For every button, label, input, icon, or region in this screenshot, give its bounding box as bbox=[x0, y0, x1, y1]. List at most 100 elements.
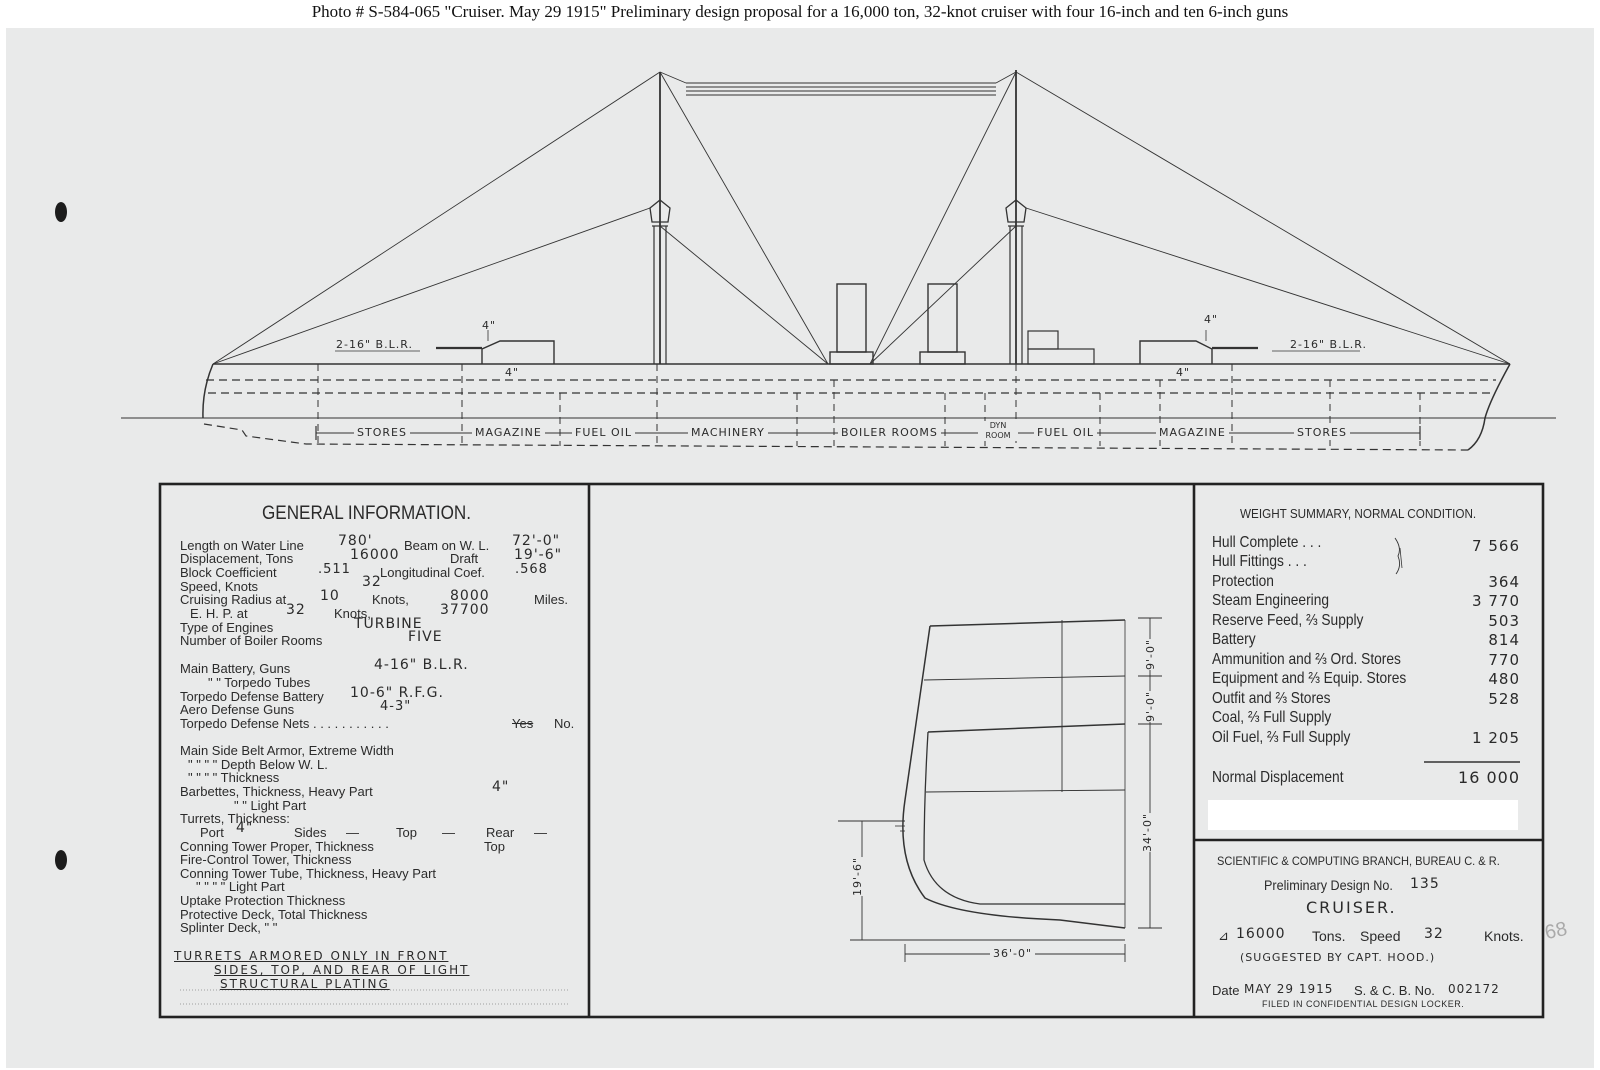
turret-armor-mark-forward: 4" bbox=[482, 319, 497, 332]
ws-reserve-feed-label: Reserve Feed, ⅔ Supply bbox=[1212, 612, 1364, 629]
suggested-by: (SUGGESTED BY CAPT. HOOD.) bbox=[1240, 951, 1436, 964]
speed-label: Speed bbox=[1360, 928, 1401, 944]
knots-label: Knots. bbox=[1484, 928, 1524, 944]
ws-normal-displacement-value: 16 000 bbox=[1458, 768, 1520, 787]
ws-hull-complete-label: Hull Complete . . . bbox=[1212, 534, 1322, 551]
belt-armor-mark-aft: 4" bbox=[1176, 366, 1191, 379]
turret-note-line-3: STRUCTURAL PLATING bbox=[220, 977, 390, 991]
turret-note-line-2: SIDES, TOP, AND REAR OF LIGHT bbox=[214, 963, 470, 977]
gun-label-forward: 2-16" B.L.R. bbox=[336, 338, 413, 351]
ws-normal-displacement-label: Normal Displacement bbox=[1212, 769, 1344, 786]
ws-protection-value: 364 bbox=[1488, 573, 1520, 591]
ws-reserve-feed-value: 503 bbox=[1488, 612, 1520, 630]
ws-ammunition-label: Ammunition and ⅔ Ord. Stores bbox=[1212, 651, 1401, 668]
date-value: MAY 29 1915 bbox=[1244, 982, 1334, 996]
gi-turret-top-label: Top bbox=[396, 825, 417, 840]
gi-splinter-deck-label: Splinter Deck, " " bbox=[180, 920, 278, 935]
date-label: Date bbox=[1212, 983, 1240, 998]
gi-turret-rear-label: Rear bbox=[486, 825, 515, 840]
ws-ammunition-value: 770 bbox=[1488, 651, 1520, 669]
gi-conning-tube-light-label: " " " " Light Part bbox=[196, 879, 285, 894]
gi-ehp-speed: 32 bbox=[286, 602, 306, 618]
redaction-box bbox=[1208, 800, 1518, 830]
gi-nets-label: Torpedo Defense Nets . . . . . . . . . .… bbox=[180, 716, 389, 731]
compartment-stores-fwd: STORES bbox=[1294, 426, 1350, 439]
filed-note: FILED IN CONFIDENTIAL DESIGN LOCKER. bbox=[1262, 999, 1465, 1009]
design-no-label: Preliminary Design No. bbox=[1264, 877, 1393, 893]
gi-belt-thickness-label: " " " " Thickness bbox=[188, 770, 280, 785]
gi-boiler-rooms-value: FIVE bbox=[408, 629, 443, 645]
gi-cruising-speed: 10 bbox=[320, 588, 340, 604]
gi-displacement-value: 16000 bbox=[350, 547, 400, 563]
scb-label: S. & C. B. No. bbox=[1354, 983, 1435, 998]
gi-belt-width-label: Main Side Belt Armor, Extreme Width bbox=[180, 743, 394, 758]
gi-turret-sides-label: Sides bbox=[294, 825, 327, 840]
belt-armor-mark-forward: 4" bbox=[505, 366, 520, 379]
gi-block-coef-value: .511 bbox=[318, 562, 351, 577]
ws-battery-label: Battery bbox=[1212, 631, 1256, 648]
gi-conning-top-label: Top bbox=[484, 839, 505, 854]
turret-armor-mark-aft: 4" bbox=[1204, 313, 1219, 326]
ws-equipment-label: Equipment and ⅔ Equip. Stores bbox=[1212, 670, 1407, 687]
compartment-fuel-oil-aft: FUEL OIL bbox=[572, 426, 635, 439]
ship-type: CRUISER. bbox=[1306, 898, 1397, 917]
ws-battery-value: 814 bbox=[1488, 631, 1520, 649]
gi-speed-value: 32 bbox=[362, 574, 382, 590]
tons-value: 16000 bbox=[1236, 926, 1286, 942]
turret-note-line-1: TURRETS ARMORED ONLY IN FRONT bbox=[174, 949, 449, 963]
gi-ehp-value: 37700 bbox=[440, 602, 490, 618]
compartment-machinery: MACHINERY bbox=[688, 426, 768, 439]
gi-turret-port-value: 4" bbox=[236, 820, 254, 836]
gi-main-battery-label: Main Battery, Guns bbox=[180, 661, 291, 676]
gi-block-coef-label: Block Coefficient bbox=[180, 565, 277, 580]
gi-turret-sides-value: — bbox=[346, 825, 359, 840]
gi-leaders bbox=[180, 989, 570, 1005]
design-no-value: 135 bbox=[1410, 876, 1440, 892]
gi-cruising-label: Cruising Radius at bbox=[180, 592, 287, 607]
ws-oil-fuel-value: 1 205 bbox=[1472, 729, 1520, 747]
speed-value: 32 bbox=[1424, 926, 1444, 942]
gi-turret-top-value: — bbox=[442, 825, 455, 840]
ws-steam-value: 3 770 bbox=[1472, 592, 1520, 610]
gi-fire-control-label: Fire-Control Tower, Thickness bbox=[180, 852, 352, 867]
branch-name: SCIENTIFIC & COMPUTING BRANCH, BUREAU C.… bbox=[1217, 854, 1500, 868]
compartment-magazine-fwd: MAGAZINE bbox=[1156, 426, 1229, 439]
compartment-fuel-oil-fwd: FUEL OIL bbox=[1034, 426, 1097, 439]
binding-hole-bottom bbox=[55, 850, 67, 870]
binding-hole-top bbox=[55, 202, 67, 222]
compartment-boiler-rooms: BOILER ROOMS bbox=[838, 426, 941, 439]
dim-upper-deck-1: 9'-0" bbox=[1144, 638, 1158, 671]
gi-torpedo-tubes-label: " " Torpedo Tubes bbox=[208, 675, 311, 690]
gi-turret-port-label: Port bbox=[200, 825, 224, 840]
dim-draft: 19'-6" bbox=[851, 856, 865, 897]
scb-value: 002172 bbox=[1448, 982, 1500, 996]
general-info-title: GENERAL INFORMATION. bbox=[262, 503, 472, 524]
tons-label: Tons. bbox=[1312, 928, 1346, 944]
compartment-stores-aft: STORES bbox=[354, 426, 410, 439]
dim-depth: 34'-0" bbox=[1141, 812, 1155, 853]
ws-steam-label: Steam Engineering bbox=[1212, 592, 1330, 609]
gi-long-coef-label: Longitudinal Coef. bbox=[380, 565, 485, 580]
gi-uptake-label: Uptake Protection Thickness bbox=[180, 893, 346, 908]
ship-profile bbox=[121, 70, 1556, 451]
gi-barbettes-heavy-value: 4" bbox=[492, 779, 510, 795]
gi-nets-no: No. bbox=[554, 716, 575, 731]
margin-pencil-mark: 68 bbox=[1542, 917, 1570, 945]
gi-draft-label: Draft bbox=[450, 551, 479, 566]
ws-equipment-value: 480 bbox=[1488, 670, 1520, 688]
gi-displacement-label: Displacement, Tons bbox=[180, 551, 294, 566]
gi-aero-defense-value: 4-3" bbox=[380, 699, 412, 714]
gi-ehp-label: E. H. P. at bbox=[190, 606, 248, 621]
gun-label-aft: 2-16" B.L.R. bbox=[1290, 338, 1367, 351]
gi-cruising-knots-label: Knots, bbox=[372, 592, 409, 607]
compartment-dynamo-room: DYN ROOM bbox=[978, 421, 1018, 441]
tons-prefix-mark: ⊿ bbox=[1218, 928, 1229, 943]
gi-turret-rear-value: — bbox=[534, 825, 547, 840]
ws-hull-fittings-label: Hull Fittings . . . bbox=[1212, 553, 1307, 570]
dim-upper-deck-2: 9'-0" bbox=[1144, 690, 1158, 723]
gi-draft-value: 19'-6" bbox=[514, 547, 563, 563]
gi-barbettes-heavy-label: Barbettes, Thickness, Heavy Part bbox=[180, 784, 373, 799]
ws-oil-fuel-label: Oil Fuel, ⅔ Full Supply bbox=[1212, 729, 1351, 746]
compartment-magazine-aft: MAGAZINE bbox=[472, 426, 545, 439]
gi-turrets-label: Turrets, Thickness: bbox=[180, 811, 290, 826]
